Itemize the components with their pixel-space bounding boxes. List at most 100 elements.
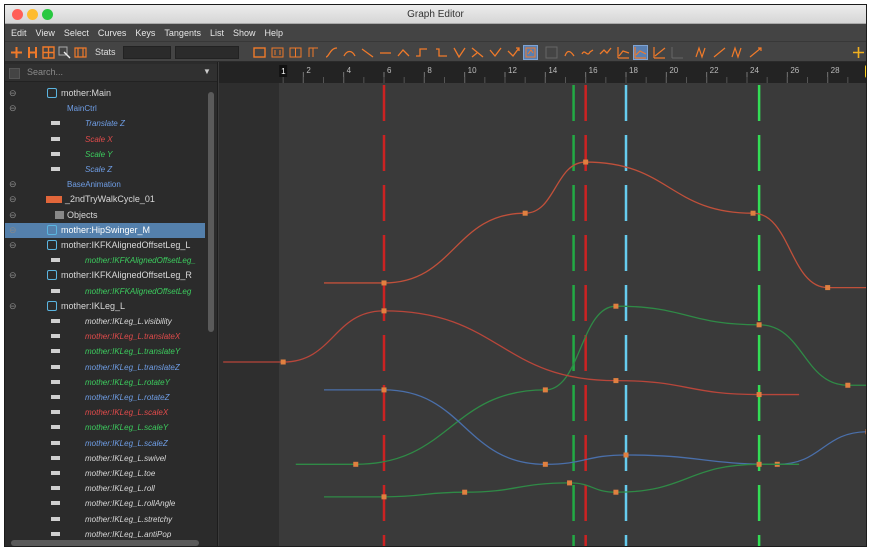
horizontal-scroll-thumb[interactable] (11, 540, 199, 546)
keyframe-point[interactable] (381, 280, 387, 286)
keyframe-point[interactable] (845, 382, 851, 388)
frame-all-icon[interactable] (253, 46, 266, 59)
menu-show[interactable]: Show (233, 28, 256, 38)
outliner-row[interactable]: Translate Z (5, 116, 205, 131)
outliner-row[interactable]: Scale X (5, 132, 205, 147)
menu-list[interactable]: List (210, 28, 224, 38)
outliner-row[interactable]: mother:IKLeg_L.scaleZ (5, 436, 205, 451)
keyframe-point[interactable] (542, 461, 548, 467)
stats-field-frame[interactable] (123, 46, 171, 59)
chevron-down-icon[interactable]: ▼ (203, 67, 211, 76)
outliner-row[interactable]: mother:IKFKAlignedOffsetLeg_ (5, 253, 205, 268)
stacked-view-icon[interactable] (617, 46, 630, 59)
stats-field-value[interactable] (175, 46, 239, 59)
keyframe-point[interactable] (613, 378, 619, 384)
close-window-button[interactable] (12, 9, 23, 20)
expand-toggle-icon[interactable]: ⊖ (9, 238, 17, 253)
keyframe-point[interactable] (522, 210, 528, 216)
keyframe-point[interactable] (280, 359, 286, 365)
outliner-row[interactable]: mother:IKLeg_L.translateZ (5, 360, 205, 375)
pre-infinity-icon[interactable] (581, 46, 594, 59)
expand-toggle-icon[interactable]: ⊖ (9, 86, 17, 101)
outliner-row[interactable]: ⊖ mother:IKLeg_L (5, 299, 205, 314)
swap-buffer-icon[interactable] (545, 46, 558, 59)
outliner-row[interactable]: ⊖ MainCtrl (5, 101, 205, 116)
outliner-row[interactable]: mother:IKLeg_L.translateY (5, 344, 205, 359)
keyframe-point[interactable] (381, 308, 387, 314)
expand-toggle-icon[interactable]: ⊖ (9, 208, 17, 223)
outliner-row[interactable]: Scale Z (5, 162, 205, 177)
menu-tangents[interactable]: Tangents (164, 28, 201, 38)
menu-edit[interactable]: Edit (11, 28, 27, 38)
linear-extrapolate-icon[interactable] (749, 46, 762, 59)
center-current-time-icon[interactable] (307, 46, 320, 59)
keyframe-point[interactable] (567, 480, 573, 486)
expand-toggle-icon[interactable]: ⊖ (9, 299, 17, 314)
outliner-horizontal-scrollbar[interactable] (5, 538, 217, 546)
free-tangent-weight-icon[interactable] (489, 46, 502, 59)
outliner-row[interactable]: ⊖ _2ndTryWalkCycle_01 (5, 192, 205, 207)
unify-tangents-icon[interactable] (471, 46, 484, 59)
snap-icon[interactable] (563, 46, 576, 59)
outliner-row[interactable]: mother:IKLeg_L.roll (5, 481, 205, 496)
clamped-tangent-icon[interactable] (361, 46, 374, 59)
menu-view[interactable]: View (36, 28, 55, 38)
expand-toggle-icon[interactable]: ⊖ (9, 192, 17, 207)
keyframe-point[interactable] (613, 303, 619, 309)
outliner-row[interactable]: Scale Y (5, 147, 205, 162)
vertical-scroll-thumb[interactable] (208, 92, 214, 332)
keyframe-point[interactable] (623, 452, 629, 458)
expand-toggle-icon[interactable]: ⊖ (9, 268, 17, 283)
keyframe-point[interactable] (750, 210, 756, 216)
outliner-row[interactable]: ⊖ mother:IKFKAlignedOffsetLeg_L (5, 238, 205, 253)
keyframe-point[interactable] (825, 285, 831, 291)
curve-graph[interactable]: 246810121416182022242628130 (219, 62, 867, 547)
menu-curves[interactable]: Curves (98, 28, 127, 38)
keyframe-point[interactable] (865, 429, 868, 435)
frame-selection-icon[interactable] (271, 46, 284, 59)
outliner-row[interactable]: mother:IKFKAlignedOffsetLeg (5, 284, 205, 299)
frame-playback-range-icon[interactable] (289, 46, 302, 59)
expand-toggle-icon[interactable]: ⊖ (9, 101, 17, 116)
keyframe-point[interactable] (462, 489, 468, 495)
filter-icon[interactable] (9, 68, 20, 79)
buffer-curve-toggle[interactable] (523, 45, 538, 60)
menu-select[interactable]: Select (64, 28, 89, 38)
search-input[interactable]: Search... (27, 67, 63, 77)
expand-toggle-icon[interactable]: ⊖ (9, 177, 17, 192)
outliner-row[interactable]: mother:IKLeg_L.swivel (5, 451, 205, 466)
outliner-row[interactable]: ⊖ mother:Main (5, 86, 205, 101)
break-tangents-icon[interactable] (453, 46, 466, 59)
menu-keys[interactable]: Keys (135, 28, 155, 38)
menu-help[interactable]: Help (264, 28, 283, 38)
outliner-row[interactable]: ⊖ mother:IKFKAlignedOffsetLeg_R (5, 268, 205, 283)
post-infinity-icon[interactable] (599, 46, 612, 59)
keyframe-point[interactable] (756, 392, 762, 398)
auto-tangent-icon[interactable] (325, 46, 338, 59)
outliner-row[interactable]: mother:IKLeg_L.scaleY (5, 420, 205, 435)
outliner-vertical-scrollbar[interactable] (207, 86, 215, 538)
pan-tool-icon[interactable] (852, 46, 865, 59)
outliner-row[interactable]: mother:IKLeg_L.scaleX (5, 405, 205, 420)
outliner-row[interactable]: mother:IKLeg_L.rotateY (5, 375, 205, 390)
outliner-row[interactable]: mother:IKLeg_L.visibility (5, 314, 205, 329)
spline-tangent-icon[interactable] (343, 46, 356, 59)
outliner-search[interactable]: Search... ▼ (5, 64, 217, 82)
linear-tangent-icon[interactable] (379, 46, 392, 59)
keyframe-point[interactable] (381, 494, 387, 500)
region-tool-icon[interactable] (58, 46, 71, 59)
plateau-tangent-icon[interactable] (435, 46, 448, 59)
time-ruler[interactable] (219, 62, 867, 83)
retime-tool-icon[interactable] (74, 46, 87, 59)
graph-view[interactable]: 246810121416182022242628130 (219, 62, 867, 547)
keyframe-point[interactable] (381, 387, 387, 393)
flat-tangent-icon[interactable] (397, 46, 410, 59)
outliner-row[interactable]: mother:IKLeg_L.toe (5, 466, 205, 481)
insert-keys-icon[interactable] (26, 46, 39, 59)
outliner-row[interactable]: mother:IKLeg_L.rotateZ (5, 390, 205, 405)
renormalize-icon[interactable] (671, 46, 684, 59)
normalized-view-toggle[interactable] (633, 45, 648, 60)
move-keys-icon[interactable] (10, 46, 23, 59)
cycle-icon[interactable] (695, 46, 708, 59)
zoom-window-button[interactable] (42, 9, 53, 20)
